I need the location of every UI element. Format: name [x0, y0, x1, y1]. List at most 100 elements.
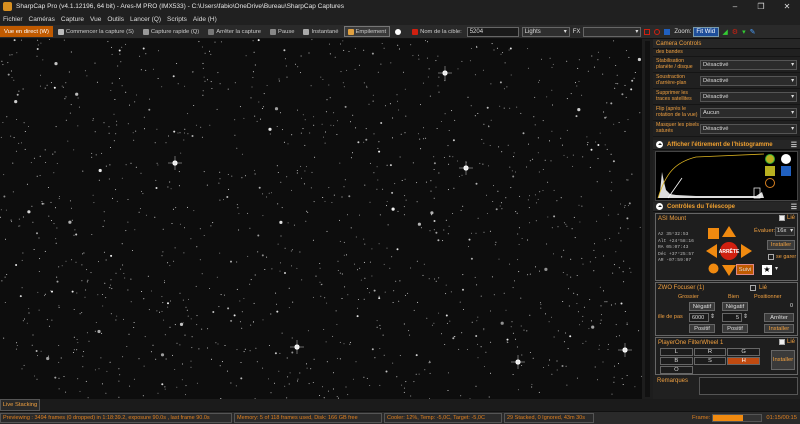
maximize-button[interactable]: ❐ — [748, 2, 774, 11]
menu-vue[interactable]: Vue — [90, 16, 101, 23]
pause-icon — [270, 28, 277, 35]
snapshot-button[interactable]: Instantané — [299, 26, 342, 37]
camera-preview[interactable] — [0, 39, 642, 399]
slew-south-button[interactable] — [722, 265, 736, 276]
histogram-chart[interactable] — [656, 152, 764, 200]
live-view-button[interactable]: Vue en direct (W) — [0, 26, 53, 37]
frame-type-select[interactable]: Lights ▾ — [521, 26, 570, 37]
filter-l-button[interactable]: L — [660, 348, 693, 356]
link-checkbox[interactable] — [778, 215, 785, 221]
auto-stretch-icon[interactable] — [765, 166, 775, 176]
live-stacking-tab[interactable]: Live Stacking — [0, 399, 40, 411]
slew-north-button[interactable] — [722, 226, 736, 237]
contrast-icon[interactable] — [781, 154, 791, 164]
collapse-icon[interactable] — [656, 141, 663, 148]
filter-o-button[interactable]: O — [660, 366, 693, 374]
focuser-install-button[interactable]: Installer — [764, 324, 794, 333]
saturated-pixels-select[interactable]: Désactivé ▾ — [700, 123, 797, 134]
chevron-down-icon[interactable]: ▾ — [775, 265, 778, 272]
coarse-negative-button[interactable]: Négatif — [689, 302, 715, 311]
pen-icon[interactable]: ✎ — [750, 28, 756, 36]
focuser-title: ZWO Focuser (1) — [658, 285, 705, 291]
stretch-mode-icon[interactable] — [781, 166, 791, 176]
star-field-image — [0, 39, 642, 399]
park-checkbox[interactable] — [768, 254, 774, 260]
close-button[interactable]: ✕ — [774, 2, 800, 11]
flip-select[interactable]: Aucun ▾ — [700, 107, 797, 118]
menu-cameras[interactable]: Caméras — [29, 16, 55, 23]
coarse-positive-button[interactable]: Positif — [689, 324, 715, 333]
filter-b-button[interactable]: B — [660, 357, 693, 365]
tracking-button[interactable]: Suivi — [736, 264, 754, 275]
menu-scripts[interactable]: Scripts — [167, 16, 187, 23]
stop-capture-button[interactable]: Arrêter la capture — [204, 26, 265, 37]
coord-key: RA — [658, 245, 664, 250]
selection-rect-icon[interactable] — [644, 28, 651, 35]
camera-controls-header[interactable]: Camera Controls — [653, 39, 800, 49]
start-capture-button[interactable]: Commencer la capture (S) — [54, 26, 138, 37]
slew-east-button[interactable] — [741, 244, 752, 258]
fx-select[interactable]: ▾ — [583, 26, 642, 37]
target-name-input[interactable]: 5204 — [466, 26, 519, 37]
filterwheel-link-checkbox[interactable] — [779, 339, 785, 345]
spinner-icon[interactable]: ⇕ — [743, 313, 748, 320]
reset-icon[interactable] — [765, 178, 775, 188]
histogram-icon[interactable]: ◢ — [722, 28, 727, 36]
planet-stabilisation-select[interactable]: Désactivé ▾ — [700, 59, 797, 70]
focus-assist-icon[interactable] — [664, 28, 671, 35]
satellite-trails-select[interactable]: Désactivé ▾ — [700, 91, 797, 102]
control-panel: Camera Controls des bandes Stabilisation… — [653, 39, 800, 399]
record-indicator[interactable] — [391, 26, 407, 37]
settings-icon[interactable]: ⚙ — [732, 28, 738, 36]
focuser-stop-button[interactable]: Arrêter — [764, 313, 794, 322]
quick-capture-button[interactable]: Capture rapide (Q) — [139, 26, 203, 37]
focuser-link-checkbox[interactable] — [750, 285, 756, 291]
quick-capture-icon — [142, 28, 149, 35]
filter-r-button[interactable]: R — [693, 348, 727, 356]
rate-select[interactable]: 16x ▾ — [775, 227, 795, 236]
sharpcap-logo-icon — [3, 2, 12, 11]
menu-lancer[interactable]: Lancer (Q) — [130, 16, 161, 23]
menu-icon[interactable]: ☰ — [791, 141, 797, 149]
spinner-icon[interactable]: ⇕ — [710, 313, 715, 320]
menu-aide[interactable]: Aide (H) — [193, 16, 217, 23]
minimize-button[interactable]: – — [722, 2, 748, 11]
pause-button[interactable]: Pause — [266, 26, 298, 37]
snapshot-label: Instantané — [311, 28, 339, 35]
telescope-header[interactable]: Contrôles du Télescope ☰ — [653, 202, 800, 212]
reticle-icon[interactable] — [654, 28, 661, 35]
filter-s-button[interactable]: S — [693, 357, 727, 365]
coord-value: 35°32:53 — [666, 232, 689, 237]
collapse-icon[interactable] — [656, 203, 663, 210]
mount-install-button[interactable]: Installer — [767, 240, 795, 250]
menu-outils[interactable]: Outils — [107, 16, 124, 23]
live-stacking-label: Live Stacking — [2, 402, 38, 408]
info-icon[interactable] — [765, 154, 775, 164]
background-subtraction-select[interactable]: Désactivé ▾ — [700, 75, 797, 86]
slew-nw-button[interactable] — [708, 228, 719, 239]
mount-link[interactable]: Lié — [778, 215, 795, 221]
chevron-down-icon[interactable]: ▾ — [742, 28, 746, 36]
filterwheel-install-button[interactable]: Installer — [771, 350, 795, 370]
scrollbar-thumb[interactable] — [645, 41, 650, 397]
vertical-scrollbar[interactable] — [642, 39, 653, 399]
slew-west-button[interactable] — [706, 244, 717, 258]
zoom-select[interactable]: Fit Wid — [693, 26, 720, 37]
fine-step-input[interactable]: 5 — [722, 313, 742, 322]
histogram-header[interactable]: Afficher l'étirement de l'histogramme ☰ — [653, 140, 800, 150]
menu-fichier[interactable]: Fichier — [3, 16, 23, 23]
filter-g-button[interactable]: G — [727, 348, 760, 356]
menu-capture[interactable]: Capture — [61, 16, 84, 23]
rate-label: Évaluer: — [754, 228, 776, 234]
partial-row-label: des bandes — [656, 48, 683, 55]
star-icon[interactable]: ★ — [762, 265, 772, 275]
home-button[interactable] — [708, 263, 719, 274]
coarse-step-input[interactable]: 6000 — [689, 313, 709, 322]
remarks-input[interactable] — [699, 377, 798, 395]
filter-h-button[interactable]: H — [727, 357, 760, 365]
menu-icon[interactable]: ☰ — [791, 203, 797, 211]
fine-negative-button[interactable]: Négatif — [722, 302, 748, 311]
fine-positive-button[interactable]: Positif — [722, 324, 748, 333]
filter-label: S — [708, 358, 712, 364]
stacking-button[interactable]: Empilement — [343, 26, 391, 37]
